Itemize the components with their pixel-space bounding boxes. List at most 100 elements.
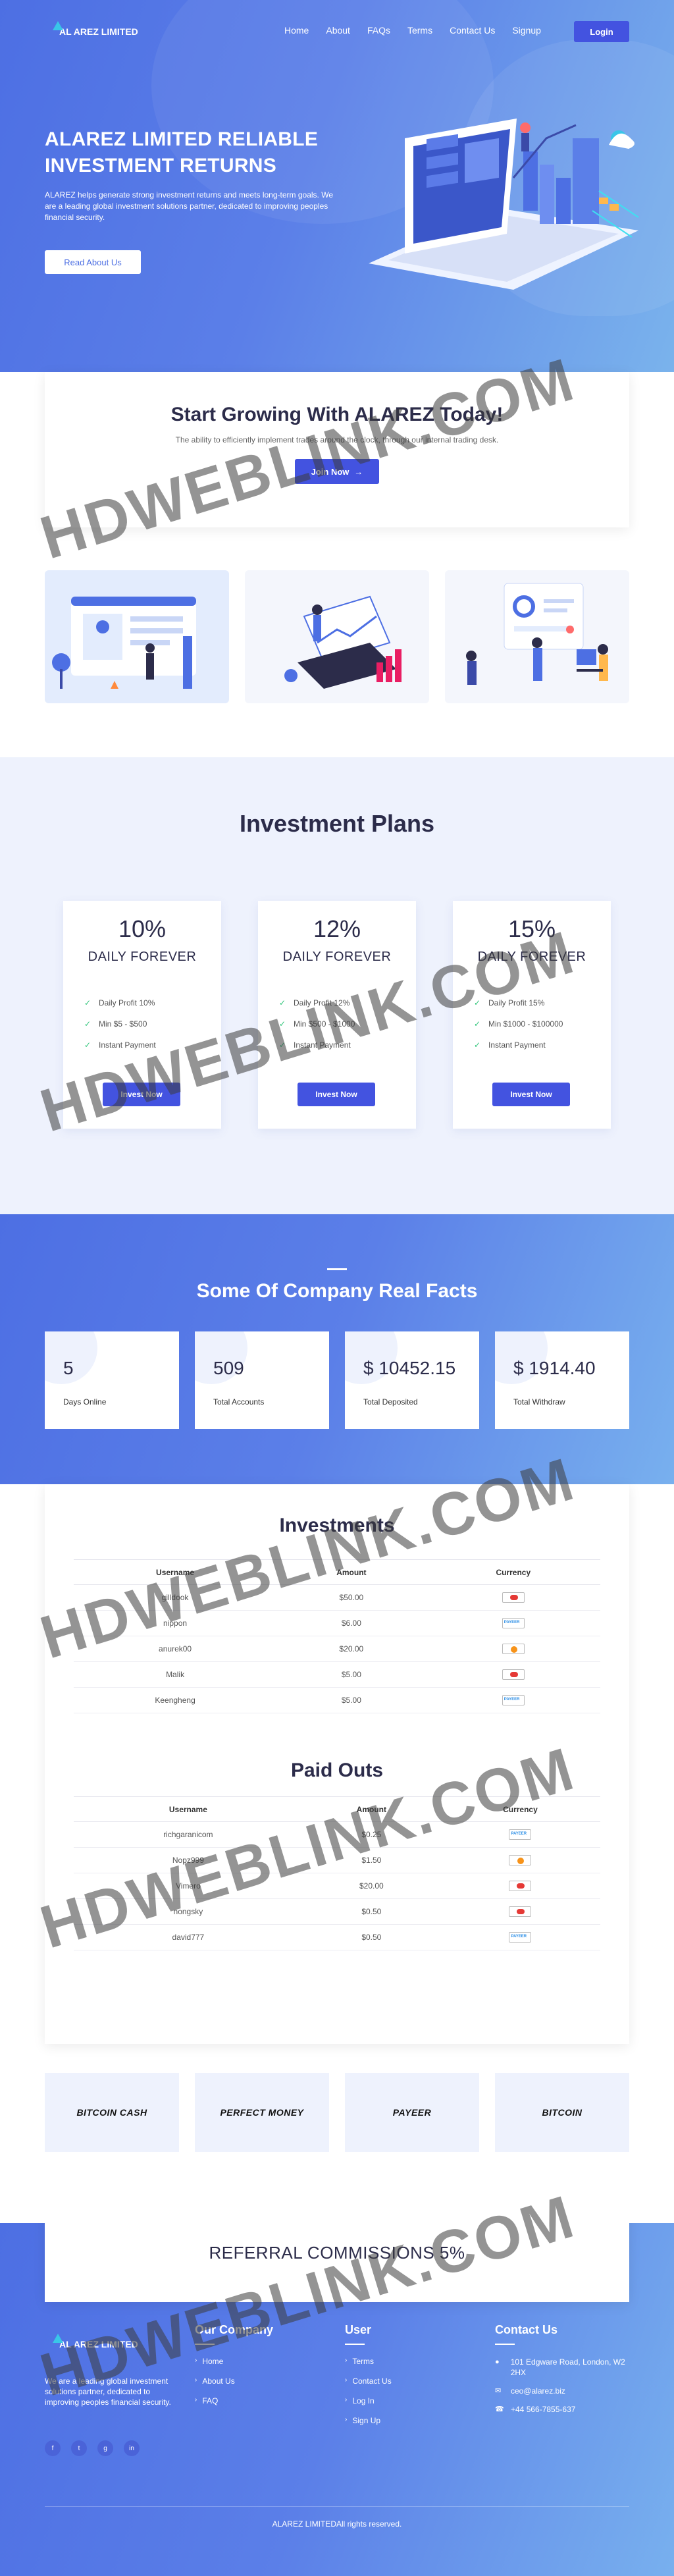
cell-amount: $5.00: [276, 1687, 427, 1713]
address-text: 101 Edgware Road, London, W2 2HX: [510, 2357, 625, 2377]
footer-email[interactable]: ✉ ceo@alarez.biz: [495, 2386, 640, 2396]
footer-link-terms[interactable]: › Terms: [345, 2357, 392, 2376]
cta-subtitle: The ability to efficiently implement tra…: [175, 435, 499, 444]
nav-link-home[interactable]: Home: [284, 25, 309, 36]
footer-link-faq[interactable]: › FAQ: [195, 2396, 273, 2416]
hero-title: ALAREZ LIMITED RELIABLE INVESTMENT RETUR…: [45, 128, 319, 176]
phone-text: +44 566-7855-637: [511, 2405, 576, 2414]
transactions-card: Investments Username Amount Currency gil…: [45, 1484, 629, 2044]
cell-currency: [440, 1873, 600, 1899]
footer-link-label: Terms: [352, 2357, 375, 2366]
cta-title: Start Growing With ALAREZ Today!: [170, 404, 504, 425]
plan-feature-text: Daily Profit 12%: [294, 998, 350, 1007]
cell-currency: [440, 1821, 600, 1848]
payeer-icon: [509, 1932, 532, 1943]
title-divider: [345, 2344, 365, 2345]
payment-bitcoin: BITCOIN: [495, 2073, 629, 2152]
table-row: david777 $0.50: [74, 1924, 600, 1950]
cell-username: Malik: [74, 1661, 277, 1688]
footer-link-about[interactable]: › About Us: [195, 2376, 273, 2396]
invest-now-button[interactable]: Invest Now: [492, 1083, 570, 1106]
table-header-row: Username Amount Currency: [74, 1559, 600, 1585]
col-currency: Currency: [426, 1559, 600, 1585]
fact-card: 509 Total Accounts: [195, 1331, 329, 1429]
cell-username: Nopz999: [74, 1847, 303, 1873]
table-row: Nopz999 $1.50: [74, 1847, 600, 1873]
footer-link-login[interactable]: › Log In: [345, 2396, 392, 2416]
facts-list: 5 Days Online 509 Total Accounts $ 10452…: [45, 1331, 629, 1429]
google-icon[interactable]: g: [97, 2440, 113, 2456]
cell-username: anurek00: [74, 1636, 277, 1662]
feature-image-team: [445, 570, 629, 703]
footer-logo[interactable]: AL AREZ LIMITED: [49, 2334, 138, 2349]
cell-username: david777: [74, 1924, 303, 1950]
plan-features: ✓ Daily Profit 12% ✓ Min $500 - $1000 ✓ Ins…: [279, 992, 416, 1056]
fact-label: Total Withdraw: [513, 1397, 565, 1407]
fact-label: Days Online: [63, 1397, 107, 1407]
join-now-button[interactable]: Join Now →: [295, 459, 379, 484]
col-currency: Currency: [440, 1796, 600, 1822]
brand-name: AL AREZ LIMITED: [59, 26, 138, 37]
linkedin-icon[interactable]: in: [124, 2440, 140, 2456]
fact-value: 509: [213, 1358, 244, 1378]
read-about-button[interactable]: Read About Us: [45, 250, 141, 274]
footer-about: We are a leading global investment solut…: [45, 2376, 171, 2407]
perfect-money-icon: [502, 1669, 525, 1680]
referral-card: REFERRAL COMMISSIONS 5%: [45, 2223, 629, 2302]
footer-link-contact[interactable]: › Contact Us: [345, 2376, 392, 2396]
nav-link-contact[interactable]: Contact Us: [450, 25, 495, 36]
plan-feature-text: Instant Payment: [294, 1040, 351, 1050]
cell-currency: [440, 1847, 600, 1873]
nav-link-signup[interactable]: Signup: [512, 25, 541, 36]
analytics-illustration: [52, 597, 196, 689]
title-divider: [195, 2344, 215, 2345]
chevron-right-icon: ›: [345, 2376, 348, 2384]
invest-now-button[interactable]: Invest Now: [103, 1083, 180, 1106]
footer-link-signup[interactable]: › Sign Up: [345, 2416, 392, 2436]
nav-link-terms[interactable]: Terms: [407, 25, 432, 36]
cell-username: nongsky: [74, 1898, 303, 1925]
col-amount: Amount: [302, 1796, 440, 1822]
cell-username: richgaranicom: [74, 1821, 303, 1848]
payeer-icon: [502, 1695, 525, 1705]
footer-user-title: User: [345, 2323, 372, 2336]
facts-title: Some Of Company Real Facts: [196, 1280, 478, 1302]
table-row: Keengheng $5.00: [74, 1687, 600, 1713]
twitter-icon[interactable]: t: [71, 2440, 87, 2456]
payouts-table: Username Amount Currency richgaranicom $0…: [74, 1796, 600, 1950]
cell-currency: [426, 1636, 600, 1662]
col-amount: Amount: [276, 1559, 427, 1585]
payment-perfect-money: PERFECT MONEY: [195, 2073, 329, 2152]
feature-images: [45, 570, 629, 703]
hero-description: ALAREZ helps generate strong investment …: [45, 190, 333, 222]
brand-logo[interactable]: AL AREZ LIMITED: [49, 21, 138, 37]
logo-icon: [49, 2334, 63, 2348]
footer-divider: [45, 2506, 629, 2507]
table-row: Malik $5.00: [74, 1661, 600, 1688]
footer-link-label: Sign Up: [352, 2416, 381, 2425]
invest-now-button[interactable]: Invest Now: [298, 1083, 375, 1106]
plan-feature: ✓ Min $5 - $500: [84, 1013, 221, 1034]
table-row: nongsky $0.50: [74, 1898, 600, 1925]
fact-card: 5 Days Online: [45, 1331, 179, 1429]
footer-phone[interactable]: ☎ +44 566-7855-637: [495, 2404, 640, 2415]
cell-username: Vimero: [74, 1873, 303, 1899]
col-username: Username: [74, 1559, 277, 1585]
bitcoin-icon: [502, 1644, 525, 1654]
table-header-row: Username Amount Currency: [74, 1796, 600, 1822]
plan-percent: 12%: [313, 915, 361, 942]
facebook-icon[interactable]: f: [45, 2440, 61, 2456]
arrow-right-icon: →: [354, 466, 363, 477]
nav-link-faqs[interactable]: FAQs: [367, 25, 390, 36]
footer-link-home[interactable]: › Home: [195, 2357, 273, 2376]
trading-illustration: [284, 595, 402, 689]
table-row: Vimero $20.00: [74, 1873, 600, 1899]
payeer-icon: [502, 1618, 525, 1628]
nav-link-about[interactable]: About: [326, 25, 350, 36]
cell-currency: [440, 1924, 600, 1950]
footer-company-title: Our Company: [195, 2323, 274, 2336]
fact-label: Total Accounts: [213, 1397, 265, 1407]
login-button[interactable]: Login: [574, 21, 629, 42]
navbar: AL AREZ LIMITED Home About FAQs Terms Co…: [0, 21, 674, 42]
plan-feature: ✓ Instant Payment: [279, 1034, 416, 1056]
